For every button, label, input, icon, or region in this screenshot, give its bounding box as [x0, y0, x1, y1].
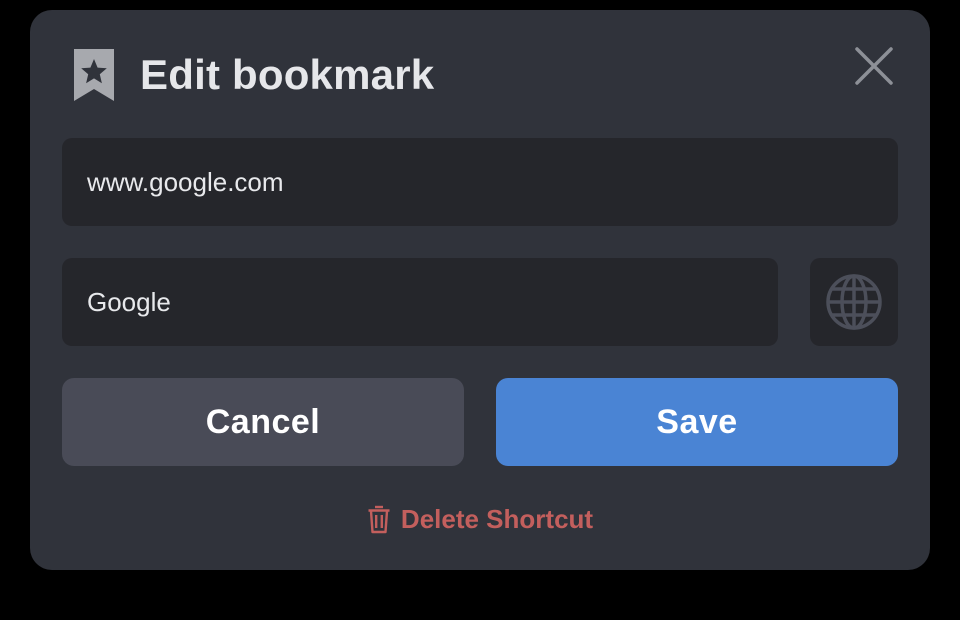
- favicon-button[interactable]: [810, 258, 898, 346]
- save-button-label: Save: [656, 402, 738, 441]
- close-icon: [855, 47, 893, 85]
- bookmark-star-icon: [74, 49, 114, 101]
- name-field-container: [62, 258, 778, 346]
- close-button[interactable]: [848, 40, 900, 92]
- delete-shortcut-label: Delete Shortcut: [400, 503, 594, 534]
- save-button[interactable]: Save: [496, 378, 898, 466]
- dialog-header: Edit bookmark: [70, 46, 434, 104]
- edit-bookmark-dialog: Edit bookmark Cancel Save: [30, 10, 930, 570]
- globe-icon: [826, 274, 882, 330]
- delete-shortcut-button[interactable]: Delete Shortcut: [30, 500, 930, 538]
- url-field-container: [62, 138, 898, 226]
- trash-icon: [368, 505, 390, 534]
- url-input[interactable]: [87, 166, 898, 198]
- name-input[interactable]: [87, 286, 778, 318]
- cancel-button-label: Cancel: [205, 402, 321, 441]
- cancel-button[interactable]: Cancel: [62, 378, 464, 466]
- dialog-title: Edit bookmark: [140, 51, 435, 98]
